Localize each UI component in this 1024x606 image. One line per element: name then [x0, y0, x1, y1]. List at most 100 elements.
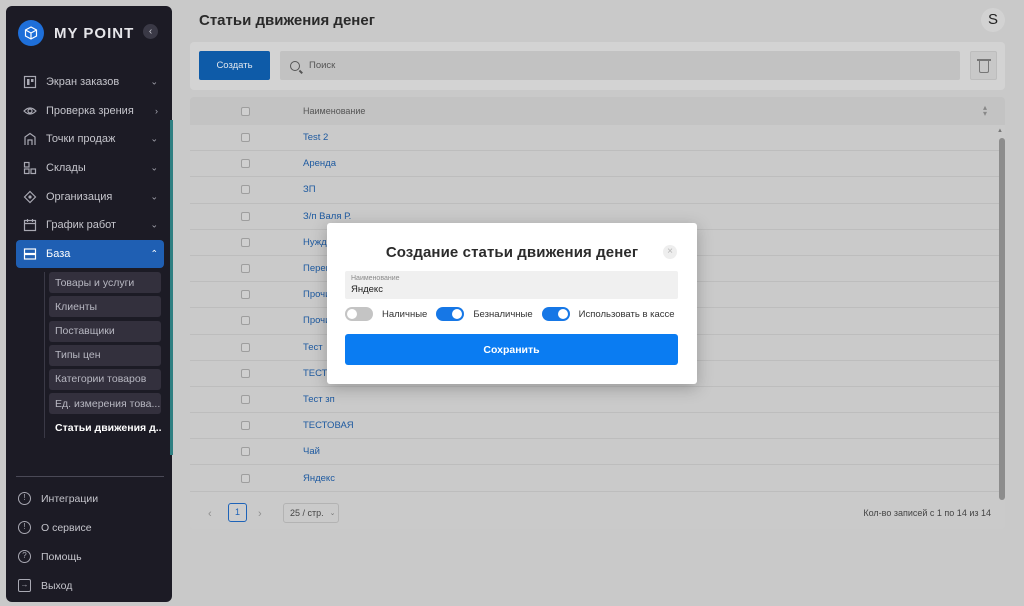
row-name-link[interactable]: З/п Валя Р.	[303, 211, 351, 222]
sort-icon[interactable]: ▴ ▾	[983, 104, 987, 118]
sidebar-item-organization[interactable]: Организация ⌄	[16, 182, 164, 211]
sidebar-item-label: Организация	[46, 190, 113, 203]
info-icon: !	[18, 492, 31, 505]
page-button-current[interactable]: 1	[228, 503, 247, 522]
row-name-link[interactable]: Яндекс	[303, 473, 335, 484]
avatar[interactable]: S	[981, 8, 1005, 32]
sidebar-item-work-schedule[interactable]: График работ ⌄	[16, 211, 164, 240]
submenu-item-price-types[interactable]: Типы цен	[49, 344, 161, 366]
row-checkbox[interactable]	[241, 473, 250, 483]
submenu-item-cash-flow-items[interactable]: Статьи движения д...	[49, 417, 161, 438]
select-all-checkbox[interactable]	[241, 106, 250, 116]
warehouse-icon	[23, 161, 37, 175]
logout-icon: →	[18, 579, 31, 592]
sidebar-item-label: База	[46, 247, 71, 260]
collapse-sidebar-button[interactable]: ‹	[143, 24, 158, 39]
submenu-item-product-categories[interactable]: Категории товаров	[49, 368, 161, 390]
row-name-link[interactable]: ТЕСТОВАЯ	[303, 420, 354, 431]
row-checkbox[interactable]	[241, 133, 250, 143]
search-input[interactable]	[309, 60, 609, 71]
table-row[interactable]: ЗП	[190, 177, 1005, 204]
row-checkbox[interactable]	[241, 394, 250, 404]
row-name-link[interactable]: Тест зп	[303, 394, 335, 405]
row-checkbox[interactable]	[241, 185, 250, 195]
chevron-down-icon: ⌄	[150, 76, 158, 87]
sidebar-item-warehouses[interactable]: Склады ⌄	[16, 154, 164, 183]
sidebar-item-logout[interactable]: → Выход	[16, 571, 164, 600]
sidebar-item-base[interactable]: База ⌃	[16, 239, 164, 269]
next-page-icon[interactable]: ›	[258, 508, 262, 520]
row-name-link[interactable]: ЗП	[303, 184, 316, 195]
row-name-link[interactable]: Аренда	[303, 158, 336, 169]
row-checkbox[interactable]	[241, 264, 250, 274]
row-name-link[interactable]: Чай	[303, 446, 320, 457]
row-checkbox[interactable]	[241, 237, 250, 247]
close-button[interactable]: ×	[663, 245, 677, 259]
delete-button[interactable]	[970, 51, 997, 80]
table-row[interactable]: Test 2	[190, 125, 1005, 152]
table-row[interactable]: Чай	[190, 439, 1005, 466]
table-scrollbar[interactable]: ▲	[997, 128, 1005, 503]
sidebar-item-label: Склады	[46, 162, 86, 175]
layout-icon	[23, 75, 37, 89]
submenu-item-units[interactable]: Ед. измерения това...	[49, 393, 161, 415]
submenu-item-suppliers[interactable]: Поставщики	[49, 320, 161, 342]
row-checkbox[interactable]	[241, 447, 250, 457]
sidebar-item-vision-check[interactable]: Проверка зрения ›	[16, 97, 164, 126]
row-checkbox[interactable]	[241, 368, 250, 378]
pagination: ‹ 1 › 25 / стр. ⌄ Кол-во записей с 1 по …	[190, 500, 1005, 528]
calendar-icon	[23, 218, 37, 232]
name-field: Наименование	[345, 271, 678, 299]
logo-text: MY POINT	[54, 24, 135, 42]
submenu-item-goods-services[interactable]: Товары и услуги	[49, 272, 161, 294]
create-cash-flow-item-dialog: Создание статьи движения денег × Наимено…	[327, 223, 697, 384]
sidebar-item-label: Точки продаж	[46, 133, 116, 146]
row-checkbox[interactable]	[241, 211, 250, 221]
row-name-link[interactable]: ТЕСТ	[303, 368, 328, 379]
sidebar-item-sale-points[interactable]: Точки продаж ⌄	[16, 125, 164, 154]
cube-logo-icon	[18, 20, 44, 46]
save-button[interactable]: Сохранить	[345, 334, 678, 365]
per-page-value: 25 / стр.	[290, 508, 324, 518]
records-count: Кол-во записей с 1 по 14 из 14	[863, 508, 991, 518]
row-checkbox[interactable]	[241, 290, 250, 300]
per-page-select[interactable]: 25 / стр. ⌄	[283, 503, 339, 523]
sidebar-item-help[interactable]: ? Помощь	[16, 542, 164, 571]
close-icon: ×	[667, 246, 673, 257]
cash-toggle[interactable]	[345, 307, 373, 321]
row-name-link[interactable]: Test 2	[303, 132, 328, 143]
page-title: Статьи движения денег	[199, 12, 375, 29]
scrollbar-thumb[interactable]	[999, 138, 1005, 500]
name-input[interactable]	[351, 284, 651, 295]
search-box	[280, 51, 960, 80]
chevron-up-icon: ⌃	[150, 248, 158, 259]
sidebar-item-orders-screen[interactable]: Экран заказов ⌄	[16, 68, 164, 97]
chevron-down-icon: ⌄	[150, 219, 158, 230]
create-button[interactable]: Создать	[199, 51, 270, 80]
sidebar-item-integrations[interactable]: ! Интеграции	[16, 484, 164, 513]
table-row[interactable]: Аренда	[190, 151, 1005, 178]
submenu-item-clients[interactable]: Клиенты	[49, 296, 161, 318]
logo[interactable]: MY POINT	[18, 18, 134, 48]
chevron-right-icon: ›	[155, 105, 158, 116]
name-field-label: Наименование	[351, 275, 400, 282]
sidebar-item-label: Проверка зрения	[46, 104, 134, 117]
table-row[interactable]: Яндекс	[190, 465, 1005, 492]
row-checkbox[interactable]	[241, 421, 250, 431]
column-header-name[interactable]: Наименование	[303, 106, 365, 116]
scroll-up-icon[interactable]: ▲	[997, 128, 1003, 134]
sidebar: MY POINT ‹ Экран заказов ⌄ Проверка зрен…	[6, 6, 172, 602]
chevron-down-icon: ⌄	[150, 162, 158, 173]
table-row[interactable]: ТЕСТОВАЯ	[190, 413, 1005, 440]
payment-toggles: Наличные Безналичные Использовать в касс…	[345, 307, 684, 321]
sidebar-item-about[interactable]: ! О сервисе	[16, 513, 164, 542]
sidebar-menu: Экран заказов ⌄ Проверка зрения › Точки …	[16, 68, 164, 441]
row-checkbox[interactable]	[241, 342, 250, 352]
row-checkbox[interactable]	[241, 316, 250, 326]
row-checkbox[interactable]	[241, 159, 250, 169]
row-name-link[interactable]: Тест	[303, 342, 323, 353]
prev-page-icon[interactable]: ‹	[208, 508, 212, 520]
table-row[interactable]: Тест зп	[190, 387, 1005, 414]
use-in-register-toggle[interactable]	[541, 307, 570, 321]
cashless-toggle[interactable]	[436, 307, 465, 321]
